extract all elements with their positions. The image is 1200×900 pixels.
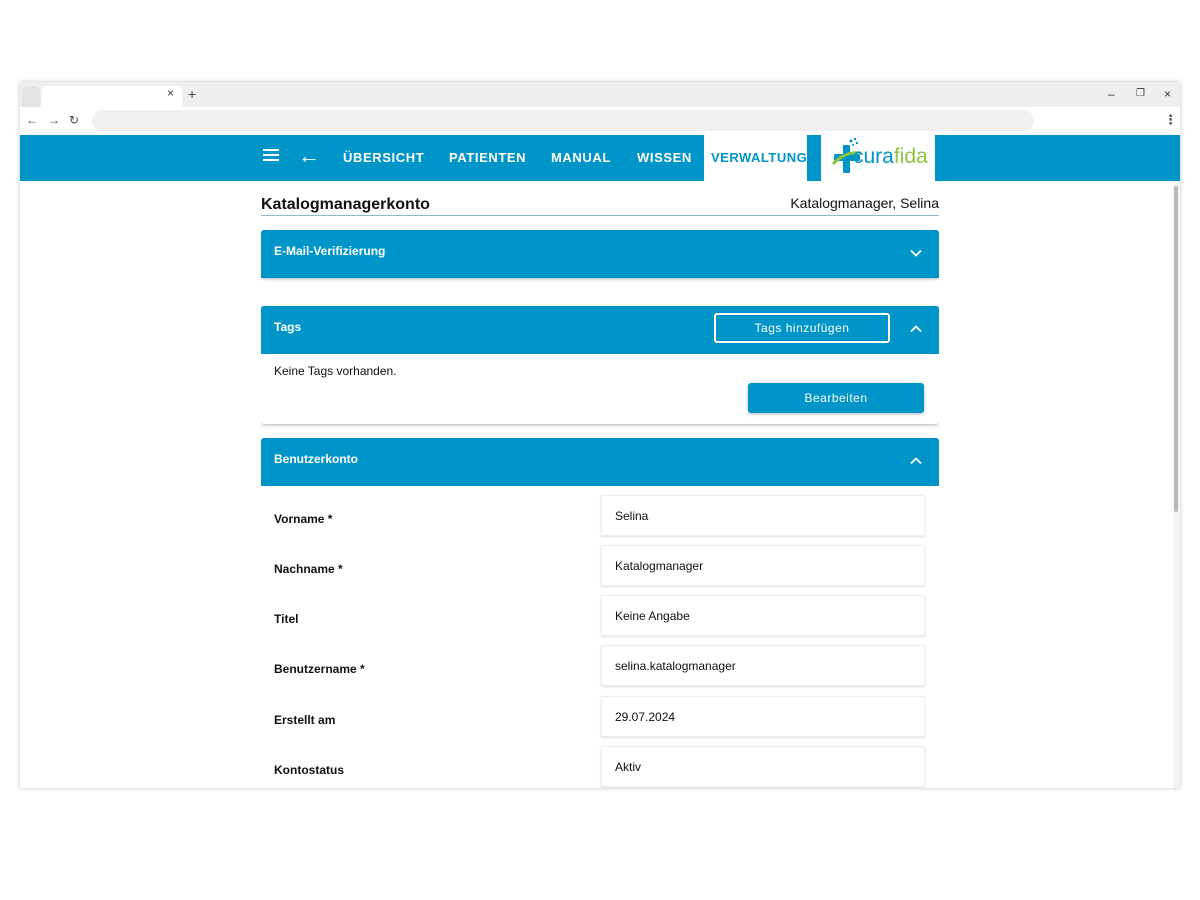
browser-window: × + – ❐ × ← → ↻ ⋮ ← ÜBERSICHT PATIENTEN …: [20, 82, 1180, 788]
field-label-vorname: Vorname *: [274, 512, 333, 526]
title-value: Keine Angabe: [615, 609, 690, 623]
title-divider: [261, 215, 939, 216]
app-header: ← ÜBERSICHT PATIENTEN MANUAL WISSEN VERW…: [20, 135, 1180, 181]
back-arrow-icon[interactable]: ←: [298, 143, 320, 169]
browser-tab-pinned[interactable]: [22, 86, 40, 107]
minimize-icon[interactable]: –: [1108, 87, 1115, 101]
account-status-value: Aktiv: [615, 760, 642, 774]
created-date-value: 29.07.2024: [615, 710, 676, 724]
window-close-icon[interactable]: ×: [1164, 87, 1171, 101]
nav-item-uebersicht[interactable]: ÜBERSICHT: [343, 150, 424, 166]
title-field[interactable]: Keine Angabe: [601, 595, 925, 636]
browser-tabstrip: × + – ❐ ×: [20, 82, 1180, 107]
field-row-vorname: Vorname * Selina: [261, 495, 939, 545]
last-name-value: Katalogmanager: [615, 559, 704, 573]
logo-wordmark: curafida: [853, 145, 928, 168]
tags-header[interactable]: Tags Tags hinzufügen: [261, 306, 939, 354]
field-label-titel: Titel: [274, 612, 299, 626]
user-account-title: Benutzerkonto: [274, 452, 358, 466]
reload-icon[interactable]: ↻: [69, 113, 79, 127]
address-input[interactable]: [92, 110, 1034, 131]
scrollbar-thumb[interactable]: [1174, 186, 1178, 512]
hamburger-icon[interactable]: [263, 149, 279, 163]
user-account-panel: Benutzerkonto Vorname * Selina Nachname …: [261, 438, 939, 788]
account-status-field[interactable]: Aktiv: [601, 746, 925, 787]
restore-icon[interactable]: ❐: [1136, 87, 1145, 101]
nav-item-manual[interactable]: MANUAL: [551, 150, 611, 166]
chevron-up-icon[interactable]: [909, 322, 923, 336]
first-name-field[interactable]: Selina: [601, 495, 925, 536]
current-user-name: Katalogmanager, Selina: [790, 195, 939, 211]
tab-close-icon[interactable]: ×: [167, 86, 174, 100]
nav-item-verwaltung-label: VERWALTUNG: [711, 150, 808, 165]
edit-tags-button[interactable]: Bearbeiten: [748, 383, 924, 413]
browser-menu-icon[interactable]: ⋮: [1164, 113, 1177, 127]
field-row-nachname: Nachname * Katalogmanager: [261, 545, 939, 595]
main-content: Katalogmanagerkonto Katalogmanager, Seli…: [261, 181, 939, 788]
user-account-header[interactable]: Benutzerkonto: [261, 438, 939, 486]
field-label-kontostatus: Kontostatus: [274, 763, 344, 777]
add-tags-button[interactable]: Tags hinzufügen: [714, 313, 890, 343]
field-row-titel: Titel Keine Angabe: [261, 595, 939, 645]
curafida-logo[interactable]: curafida: [821, 135, 935, 181]
browser-forward-icon[interactable]: →: [48, 113, 60, 127]
nav-item-patienten[interactable]: PATIENTEN: [449, 150, 526, 166]
created-date-field[interactable]: 29.07.2024: [601, 696, 925, 737]
email-verification-title: E-Mail-Verifizierung: [274, 244, 386, 258]
field-label-benutzername: Benutzername *: [274, 662, 365, 676]
field-row-erstellt: Erstellt am 29.07.2024: [261, 696, 939, 746]
field-label-nachname: Nachname *: [274, 562, 343, 576]
username-value: selina.katalogmanager: [615, 659, 736, 673]
browser-toolbar: ← → ↻ ⋮: [20, 107, 1180, 135]
field-label-erstellt: Erstellt am: [274, 713, 336, 727]
email-verification-panel: E-Mail-Verifizierung: [261, 230, 939, 278]
tags-title: Tags: [274, 320, 302, 334]
last-name-field[interactable]: Katalogmanager: [601, 545, 925, 586]
browser-tab-active[interactable]: [42, 86, 182, 107]
tags-panel: Tags Tags hinzufügen Keine Tags vorhande…: [261, 306, 939, 424]
field-row-kontostatus: Kontostatus Aktiv: [261, 746, 939, 788]
nav-item-verwaltung[interactable]: VERWALTUNG: [704, 135, 807, 181]
no-tags-text: Keine Tags vorhanden.: [274, 364, 397, 378]
chevron-down-icon[interactable]: [909, 246, 923, 260]
page-title: Katalogmanagerkonto: [261, 196, 430, 213]
username-field[interactable]: selina.katalogmanager: [601, 645, 925, 686]
new-tab-icon[interactable]: +: [188, 87, 196, 101]
browser-back-icon[interactable]: ←: [26, 113, 38, 127]
chevron-up-icon[interactable]: [909, 454, 923, 468]
first-name-value: Selina: [615, 509, 649, 523]
nav-item-wissen[interactable]: WISSEN: [637, 150, 692, 166]
email-verification-header[interactable]: E-Mail-Verifizierung: [261, 230, 939, 278]
field-row-benutzername: Benutzername * selina.katalogmanager: [261, 645, 939, 695]
